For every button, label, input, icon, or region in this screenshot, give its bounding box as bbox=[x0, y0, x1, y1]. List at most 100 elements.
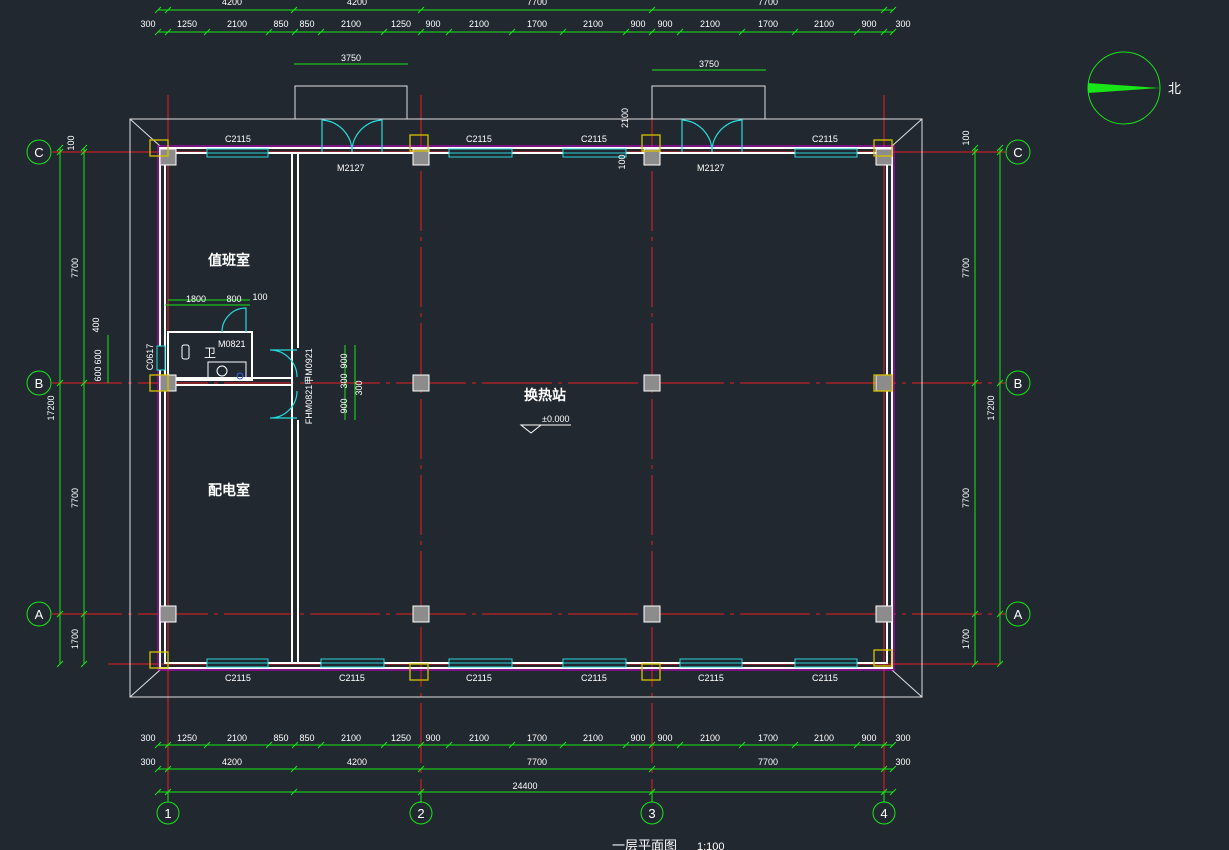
dim-bottom-axis: 300 bbox=[140, 757, 155, 767]
dim-door-width-1: 3750 bbox=[341, 53, 361, 63]
dim-top-detail: 1250 bbox=[177, 19, 197, 29]
doors bbox=[221, 119, 743, 419]
dim-top-detail: 900 bbox=[630, 19, 645, 29]
label-window-small: C0617 bbox=[145, 344, 155, 371]
dim-bottom-detail: 900 bbox=[425, 733, 440, 743]
column bbox=[159, 605, 177, 623]
axis-label-1: 1 bbox=[164, 806, 171, 821]
dim-top-7700a: 7700 bbox=[527, 0, 547, 7]
label-window-1: C2115 bbox=[225, 134, 251, 144]
axis-label-c-left: C bbox=[34, 145, 43, 160]
dim-bottom-axis: 300 bbox=[895, 757, 910, 767]
dim-right-100: 100 bbox=[961, 130, 971, 145]
dim-top-detail: 850 bbox=[299, 19, 314, 29]
dim-left-7700a: 7700 bbox=[70, 258, 80, 278]
label-window-2: C2115 bbox=[466, 134, 492, 144]
axis-bubble-labels: 1 2 3 4 C B A C B A bbox=[34, 145, 1022, 821]
axis-label-4: 4 bbox=[880, 806, 887, 821]
dim-bottom-detail: 900 bbox=[657, 733, 672, 743]
dim-bottom-detail: 900 bbox=[861, 733, 876, 743]
dim-left-1700: 1700 bbox=[70, 629, 80, 649]
dim-left-100: 100 bbox=[66, 135, 76, 150]
drawing-title-text: 一层平面图 bbox=[612, 839, 677, 850]
dim-left-600a: 600 bbox=[93, 349, 103, 364]
dim-pier-100: 100 bbox=[617, 154, 627, 169]
dim-right-17200: 17200 bbox=[986, 395, 996, 420]
dim-top-detail: 300 bbox=[140, 19, 155, 29]
label-window-6: C2115 bbox=[339, 673, 365, 683]
dim-top-detail: 850 bbox=[273, 19, 288, 29]
dim-top-detail: 1700 bbox=[527, 19, 547, 29]
label-window-5: C2115 bbox=[225, 673, 251, 683]
dim-bottom-axis: 7700 bbox=[527, 757, 547, 767]
dim-right-7700a: 7700 bbox=[961, 258, 971, 278]
floor-plan-drawing: 1 2 3 4 C B A C B A 300 1250 2100 850 850 210… bbox=[26, 0, 1181, 850]
label-door-main-2: M2127 bbox=[697, 163, 725, 173]
label-window-7: C2115 bbox=[466, 673, 492, 683]
room-duty: 值班室 bbox=[208, 252, 250, 269]
elevation-text: ±0.000 bbox=[542, 414, 569, 424]
corner-fixture bbox=[409, 663, 429, 681]
label-window-9: C2115 bbox=[698, 673, 724, 683]
column bbox=[875, 605, 893, 623]
label-window-10: C2115 bbox=[812, 673, 838, 683]
dim-top-detail: 900 bbox=[657, 19, 672, 29]
dim-left-600b: 600 bbox=[93, 366, 103, 381]
label-door-toilet: M0821 bbox=[218, 339, 246, 349]
dim-top-detail: 2100 bbox=[469, 19, 489, 29]
dim-top-detail: 2100 bbox=[341, 19, 361, 29]
column bbox=[875, 374, 893, 392]
dim-door-width-2: 3750 bbox=[699, 59, 719, 69]
dim-right-7700b: 7700 bbox=[961, 488, 971, 508]
exterior-walls bbox=[157, 145, 895, 671]
label-door-fire: FHM0821甲 bbox=[304, 376, 314, 425]
axis-grid bbox=[52, 95, 1005, 802]
dim-top-detail: 2100 bbox=[227, 19, 247, 29]
axis-label-a-left: A bbox=[35, 607, 44, 622]
dim-bottom-detail: 850 bbox=[299, 733, 314, 743]
label-window-3: C2115 bbox=[581, 134, 607, 144]
label-window-8: C2115 bbox=[581, 673, 607, 683]
door-m0821-leaf bbox=[221, 307, 247, 333]
dim-left-400: 400 bbox=[91, 317, 101, 332]
column bbox=[643, 374, 661, 392]
dim-top-7700b: 7700 bbox=[758, 0, 778, 7]
element-labels: C2115 C2115 C2115 C2115 C2115 C2115 C211… bbox=[145, 134, 838, 683]
dim-bottom-detail: 1700 bbox=[758, 733, 778, 743]
dim-top-detail: 1700 bbox=[758, 19, 778, 29]
windows bbox=[156, 148, 858, 668]
dim-bottom-detail: 2100 bbox=[341, 733, 361, 743]
dim-door-900b: 900 bbox=[339, 398, 349, 413]
dim-top-detail: 2100 bbox=[814, 19, 834, 29]
dim-bottom-detail: 2100 bbox=[227, 733, 247, 743]
drawing-scale: 1:100 bbox=[697, 841, 725, 850]
dim-toilet-100: 100 bbox=[252, 292, 267, 302]
dim-top-detail: 1250 bbox=[391, 19, 411, 29]
dim-top-4200a: 4200 bbox=[222, 0, 242, 7]
axis-label-b-right: B bbox=[1014, 376, 1023, 391]
axis-label-a-right: A bbox=[1014, 607, 1023, 622]
room-power: 配电室 bbox=[208, 482, 250, 499]
drawing-title: 一层平面图 1:100 bbox=[612, 839, 725, 850]
dim-door-300a: 300 bbox=[339, 373, 349, 388]
column bbox=[643, 605, 661, 623]
dim-bottom-axis: 4200 bbox=[347, 757, 367, 767]
axis-label-2: 2 bbox=[417, 806, 424, 821]
dim-toilet-800: 800 bbox=[226, 294, 241, 304]
dim-top-detail: 2100 bbox=[583, 19, 603, 29]
north-arrow: 北 bbox=[1087, 51, 1181, 125]
axis-label-c-right: C bbox=[1013, 145, 1022, 160]
axis-label-b-left: B bbox=[35, 376, 44, 391]
elevation-marker: ±0.000 bbox=[519, 414, 571, 434]
dim-top-detail: 2100 bbox=[700, 19, 720, 29]
axis-label-3: 3 bbox=[648, 806, 655, 821]
dim-door-300b: 300 bbox=[354, 380, 364, 395]
window-small bbox=[156, 345, 166, 371]
corner-fixtures bbox=[149, 134, 893, 681]
dim-right-1700: 1700 bbox=[961, 629, 971, 649]
toilet-dims: 1800 800 100 bbox=[186, 292, 268, 304]
dim-vestibule-depth: 2100 bbox=[620, 108, 630, 128]
dim-top-detail: 900 bbox=[861, 19, 876, 29]
room-labels: 值班室 配电室 换热站 卫 bbox=[204, 252, 566, 499]
dim-bottom-detail: 1250 bbox=[391, 733, 411, 743]
